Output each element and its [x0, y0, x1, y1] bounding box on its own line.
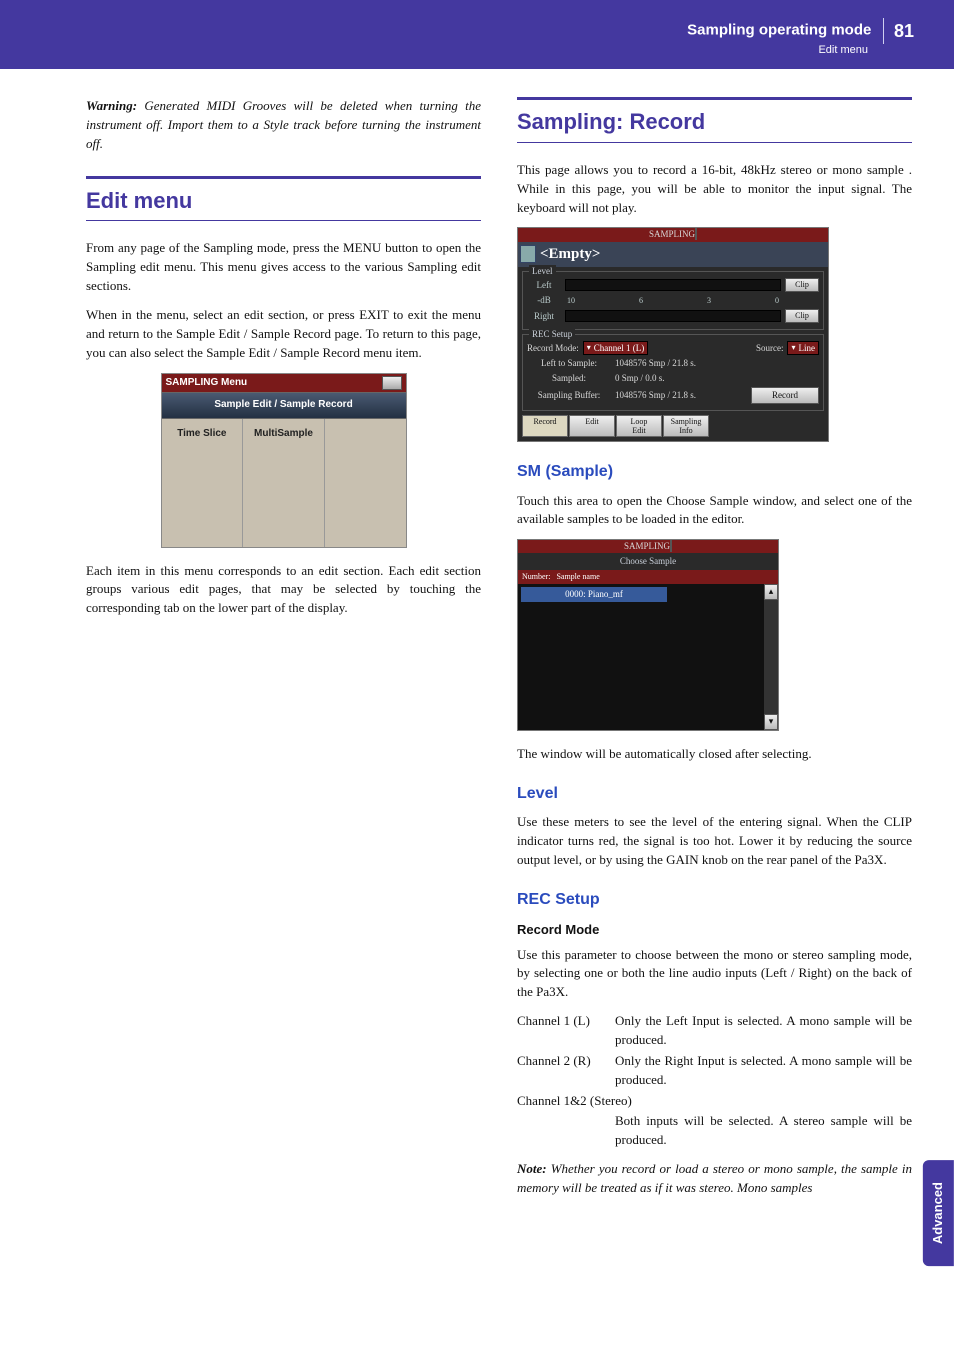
rec-setup-legend: REC Setup — [529, 328, 575, 341]
edit-menu-p2: When in the menu, select an edit section… — [86, 306, 481, 363]
def-term-spacer — [517, 1112, 615, 1150]
advanced-side-tab: Advanced — [923, 1160, 954, 1266]
scroll-up-icon[interactable]: ▴ — [764, 584, 778, 600]
note-text: Whether you record or load a stereo or m… — [517, 1161, 912, 1195]
buffer-label: Sampling Buffer: — [527, 389, 611, 402]
level-heading: Level — [517, 782, 912, 805]
sampling-record-p1: This page allows you to record a 16-bit,… — [517, 161, 912, 218]
right-column: Sampling: Record This page allows you to… — [517, 97, 912, 1208]
warning-paragraph: Warning: Generated MIDI Grooves will be … — [86, 97, 481, 154]
sampling-record-screenshot: SAMPLING <Empty> Level Left Clip -dB 10 — [517, 227, 829, 442]
page-number: 81 — [883, 18, 914, 44]
header-subtitle: Edit menu — [40, 43, 914, 59]
sampling-menu-screenshot: SAMPLING Menu Sample Edit / Sample Recor… — [161, 373, 407, 548]
rec-setup-heading: REC Setup — [517, 888, 912, 911]
sampling-record-heading: Sampling: Record — [517, 97, 912, 143]
warning-label: Warning: — [86, 98, 137, 113]
list-item[interactable]: 0000: Piano_mf — [521, 587, 667, 602]
right-meter-label: Right — [527, 310, 561, 323]
note-paragraph: Note: Whether you record or load a stere… — [517, 1160, 912, 1198]
rec-setup-panel: REC Setup Record Mode: Channel 1 (L) Sou… — [522, 334, 824, 411]
db-tick: 3 — [707, 295, 711, 307]
sample-list[interactable]: 0000: Piano_mf — [518, 584, 764, 730]
choose-sample-close-p: The window will be automatically closed … — [517, 745, 912, 764]
record-mode-p: Use this parameter to choose between the… — [517, 946, 912, 1003]
record-mode-label: Record Mode: — [527, 342, 579, 355]
def-channel-stereo: Channel 1&2 (Stereo) — [517, 1092, 912, 1111]
record-mode-dropdown[interactable]: Channel 1 (L) — [583, 341, 649, 355]
record-mode-heading: Record Mode — [517, 921, 912, 940]
right-meter — [565, 310, 781, 322]
menu-dropdown-icon[interactable] — [670, 540, 672, 552]
edit-menu-p3: Each item in this menu corresponds to an… — [86, 562, 481, 619]
fig1-title: SAMPLING Menu — [166, 376, 248, 391]
def-term: Channel 1&2 (Stereo) — [517, 1092, 667, 1111]
db-tick: 6 — [639, 295, 643, 307]
db-tick: 0 — [775, 295, 779, 307]
scroll-down-icon[interactable]: ▾ — [764, 714, 778, 730]
edit-menu-p1: From any page of the Sampling mode, pres… — [86, 239, 481, 296]
fig2-title: SAMPLING — [649, 229, 695, 239]
sampled-value: 0 Smp / 0.0 s. — [615, 372, 665, 385]
choose-sample-screenshot: SAMPLING Choose Sample Number: Sample na… — [517, 539, 779, 731]
fig3-title: SAMPLING — [624, 541, 670, 551]
left-column: Warning: Generated MIDI Grooves will be … — [86, 97, 481, 1208]
sm-sample-p: Touch this area to open the Choose Sampl… — [517, 492, 912, 530]
sample-icon — [520, 245, 536, 263]
level-legend: Level — [529, 265, 556, 278]
left-to-sample-value: 1048576 Smp / 21.8 s. — [615, 357, 696, 370]
multisample-item[interactable]: MultiSample — [243, 419, 325, 547]
time-slice-item[interactable]: Time Slice — [162, 419, 244, 547]
col-number: Number: — [522, 571, 550, 583]
scrollbar[interactable]: ▴ ▾ — [764, 584, 778, 730]
level-panel: Level Left Clip -dB 10 6 3 0 — [522, 271, 824, 330]
page-header: Sampling operating mode 81 Edit menu — [0, 0, 954, 69]
sampled-label: Sampled: — [527, 372, 611, 385]
tab-record[interactable]: Record — [522, 415, 568, 437]
db-tick: 10 — [567, 295, 575, 307]
sample-select-area[interactable]: <Empty> — [518, 242, 828, 268]
empty-cell — [325, 419, 406, 547]
def-term: Channel 1 (L) — [517, 1012, 615, 1050]
source-label: Source: — [756, 342, 784, 355]
tab-sampling-info[interactable]: Sampling Info — [663, 415, 709, 437]
left-meter-label: Left — [527, 279, 561, 292]
left-clip-indicator: Clip — [785, 278, 819, 292]
warning-text: Generated MIDI Grooves will be deleted w… — [86, 98, 481, 151]
record-button[interactable]: Record — [751, 387, 819, 404]
buffer-value: 1048576 Smp / 21.8 s. — [615, 389, 696, 402]
menu-dropdown-icon[interactable] — [382, 376, 402, 390]
level-p: Use these meters to see the level of the… — [517, 813, 912, 870]
note-label: Note: — [517, 1161, 547, 1176]
tab-loop-edit[interactable]: Loop Edit — [616, 415, 662, 437]
def-term: Channel 2 (R) — [517, 1052, 615, 1090]
left-meter — [565, 279, 781, 291]
col-sample-name: Sample name — [556, 571, 599, 583]
sample-edit-record-item[interactable]: Sample Edit / Sample Record — [162, 392, 406, 419]
header-title: Sampling operating mode — [687, 21, 871, 38]
def-channel-stereo-desc: Both inputs will be selected. A stereo s… — [517, 1112, 912, 1150]
tab-edit[interactable]: Edit — [569, 415, 615, 437]
def-channel1l: Channel 1 (L) Only the Left Input is sel… — [517, 1012, 912, 1050]
def-channel2r: Channel 2 (R) Only the Right Input is se… — [517, 1052, 912, 1090]
edit-menu-heading: Edit menu — [86, 176, 481, 222]
left-to-sample-label: Left to Sample: — [527, 357, 611, 370]
source-dropdown[interactable]: Line — [787, 341, 819, 355]
def-desc: Only the Right Input is selected. A mono… — [615, 1052, 912, 1090]
right-clip-indicator: Clip — [785, 309, 819, 323]
db-label: -dB — [527, 294, 561, 307]
def-desc: Only the Left Input is selected. A mono … — [615, 1012, 912, 1050]
def-desc: Both inputs will be selected. A stereo s… — [615, 1112, 912, 1150]
choose-sample-label: Choose Sample — [518, 553, 778, 570]
menu-dropdown-icon[interactable] — [695, 228, 697, 240]
sm-sample-heading: SM (Sample) — [517, 460, 912, 483]
sample-name: <Empty> — [540, 244, 600, 266]
